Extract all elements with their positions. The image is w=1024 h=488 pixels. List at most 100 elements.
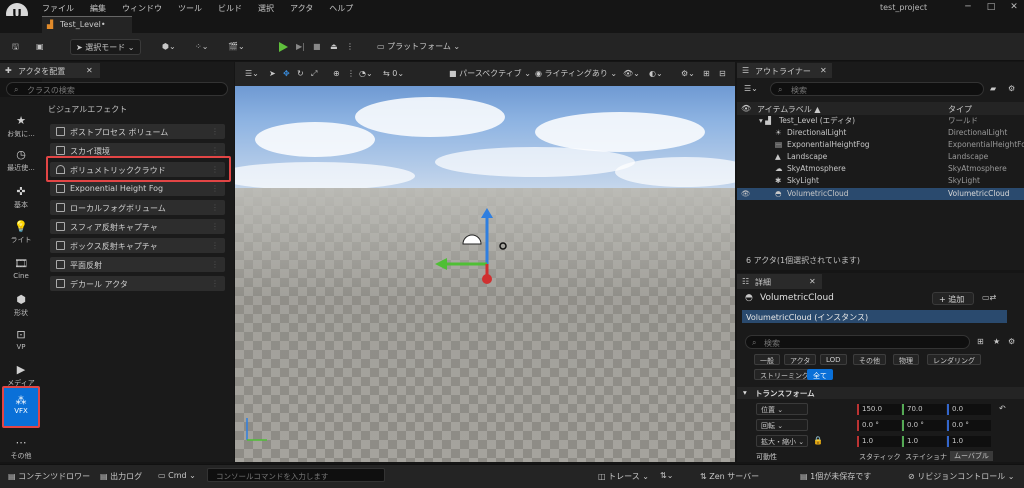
menu-edit[interactable]: 編集 xyxy=(90,3,106,14)
platforms-dropdown[interactable]: ▭ プラットフォーム ⌄ xyxy=(377,39,460,55)
lock-icon[interactable]: 🔒 xyxy=(813,436,823,445)
menu-actor[interactable]: アクタ xyxy=(290,3,313,14)
location-dropdown[interactable]: 位置 ⌄ xyxy=(756,403,808,415)
unsaved-button[interactable]: ▤ 1個が未保存です xyxy=(800,471,871,482)
transform-section-header[interactable]: ▾ トランスフォーム xyxy=(737,387,1024,399)
lighting-dropdown[interactable]: ◉ ライティングあり ⌄ xyxy=(535,68,617,80)
filter-chip-physics[interactable]: 物理 xyxy=(893,354,919,365)
filter-chip-general[interactable]: 一般 xyxy=(754,354,780,365)
trace-dropdown[interactable]: ◫ トレース ⌄ xyxy=(598,471,649,482)
blueprint-convert-icon[interactable]: ▭⇄ xyxy=(982,293,996,302)
scale-dropdown[interactable]: 拡大・縮小 ⌄ xyxy=(756,435,808,447)
reset-icon[interactable]: ↶ xyxy=(999,404,1006,413)
outliner-row-selected[interactable]: 👁 ◓ VolumetricCloud VolumetricCloud xyxy=(737,188,1024,200)
surface-snap-icon[interactable]: ⋮ xyxy=(347,68,355,80)
close-tab-icon[interactable]: ✕ xyxy=(809,277,816,286)
gizmo-x-handle[interactable] xyxy=(482,274,492,284)
viewport-menu-icon[interactable]: ☰⌄ xyxy=(245,68,259,80)
tab-level[interactable]: ▟ Test_Level• xyxy=(42,16,132,33)
outliner-search-input[interactable]: ⌕ 検索 xyxy=(770,82,984,96)
menu-file[interactable]: ファイル xyxy=(42,3,74,14)
select-tool-icon[interactable]: ➤ xyxy=(269,68,276,80)
zen-server-button[interactable]: ⇅ Zen サーバー xyxy=(700,471,759,482)
place-item-box-reflection[interactable]: ボックス反射キャプチャ ⋮ xyxy=(50,238,225,253)
place-item-local-fog[interactable]: ローカルフォグボリューム ⋮ xyxy=(50,200,225,215)
category-cine[interactable]: 🎞 Cine xyxy=(0,254,42,292)
column-type[interactable]: タイプ xyxy=(948,104,972,115)
filter-chip-rendering[interactable]: レンダリング xyxy=(927,354,981,365)
settings-icon[interactable]: ⚙⌄ xyxy=(681,68,695,80)
transform-gizmo[interactable] xyxy=(425,202,515,292)
menu-build[interactable]: ビルド xyxy=(218,3,242,14)
content-browse-icon[interactable]: ▣ xyxy=(36,39,44,55)
world-space-icon[interactable]: ⊕ xyxy=(333,68,340,80)
property-matrix-icon[interactable]: ⊞ xyxy=(977,337,984,346)
visibility-eye-icon[interactable]: 👁 xyxy=(741,188,751,200)
outliner-settings-icon[interactable]: ⚙ xyxy=(1008,84,1015,93)
menu-select[interactable]: 選択 xyxy=(258,3,274,14)
outliner-row[interactable]: ▤ ExponentialHeightFog ExponentialHeightFo xyxy=(737,139,1024,151)
revision-control-dropdown[interactable]: ⊘ リビジョンコントロール ⌄ xyxy=(908,471,1015,482)
filter-chip-lod[interactable]: LOD xyxy=(820,354,847,365)
outliner-row[interactable]: ▲ Landscape Landscape xyxy=(737,151,1024,163)
perspective-dropdown[interactable]: ■ パースペクティブ ⌄ xyxy=(449,68,531,80)
stop-icon[interactable]: ■ xyxy=(313,39,321,55)
close-icon[interactable]: ✕ xyxy=(1009,2,1019,12)
class-search-input[interactable]: ⌕ クラスの検索 xyxy=(6,82,228,96)
place-item-post-process[interactable]: ポストプロセス ボリューム ⋮ xyxy=(50,124,225,139)
layout-icon[interactable]: ⊞ xyxy=(703,68,710,80)
rotate-tool-icon[interactable]: ↻ xyxy=(297,68,304,80)
menu-tools[interactable]: ツール xyxy=(178,3,202,14)
category-vp[interactable]: ⊡ VP xyxy=(0,325,42,363)
location-y-field[interactable]: 70.0 xyxy=(902,404,946,415)
mobility-movable[interactable]: ムーバブル xyxy=(950,451,993,461)
place-item-planar-reflection[interactable]: 平面反射 ⋮ xyxy=(50,257,225,272)
close-tab-icon[interactable]: ✕ xyxy=(86,66,93,75)
show-flags-icon[interactable]: 👁⌄ xyxy=(623,68,640,80)
step-icon[interactable]: ▶| xyxy=(296,39,305,55)
filter-chip-streaming[interactable]: ストリーミング xyxy=(754,369,815,380)
menu-help[interactable]: ヘルプ xyxy=(329,3,353,14)
save-icon[interactable]: 🖫 xyxy=(12,39,19,55)
performance-icon[interactable]: ◐⌄ xyxy=(649,68,663,80)
place-item-height-fog[interactable]: Exponential Height Fog ⋮ xyxy=(50,181,225,196)
mobility-static[interactable]: スタティック xyxy=(859,452,901,462)
cmd-dropdown[interactable]: ▭ Cmd ⌄ xyxy=(158,471,196,480)
outliner-row[interactable]: ▾ ▟ Test_Level (エディタ) ワールド xyxy=(737,115,1024,127)
outliner-row[interactable]: ☀ DirectionalLight DirectionalLight xyxy=(737,127,1024,139)
rotation-x-field[interactable]: 0.0 ° xyxy=(857,420,901,431)
grid-layout-icon[interactable]: ⊟ xyxy=(719,68,726,80)
gizmo-y-arrow[interactable] xyxy=(435,258,447,270)
output-log-button[interactable]: ▤ 出力ログ xyxy=(100,471,142,482)
rotation-z-field[interactable]: 0.0 ° xyxy=(947,420,991,431)
tab-outliner[interactable]: ☰ アウトライナー ✕ xyxy=(737,63,832,78)
favorite-star-icon[interactable]: ★ xyxy=(993,337,1000,346)
translate-tool-icon[interactable]: ✥ xyxy=(283,68,290,80)
category-recent[interactable]: ◷ 最近使... xyxy=(0,145,42,183)
console-command-input[interactable]: コンソールコマンドを入力します xyxy=(207,468,385,482)
tab-place-actors[interactable]: ✚ アクタを配置 ✕ xyxy=(0,63,100,78)
camera-speed[interactable]: ⇆ 0⌄ xyxy=(383,68,404,80)
play-icon[interactable] xyxy=(279,42,288,52)
derived-data-icon[interactable]: ⇅⌄ xyxy=(660,471,673,480)
select-mode-dropdown[interactable]: ➤ 選択モード ⌄ xyxy=(70,39,141,55)
filter-chip-all[interactable]: 全て xyxy=(807,369,833,380)
category-vfx[interactable]: ⁂ VFX xyxy=(2,386,40,428)
close-tab-icon[interactable]: ✕ xyxy=(820,66,827,75)
content-drawer-button[interactable]: ▤ コンテンツドロワー xyxy=(8,471,90,482)
component-instance-row[interactable]: VolumetricCloud (インスタンス) xyxy=(742,310,1007,323)
minimize-icon[interactable]: ─ xyxy=(963,2,973,12)
filter-icon[interactable]: ☰⌄ xyxy=(744,84,758,93)
location-z-field[interactable]: 0.0 xyxy=(947,404,991,415)
category-favorites[interactable]: ★ お気に... xyxy=(0,111,42,149)
level-viewport[interactable] xyxy=(235,62,735,462)
filter-chip-actor[interactable]: アクタ xyxy=(784,354,817,365)
mobility-stationary[interactable]: ステイショナ xyxy=(905,452,947,462)
add-actor-icon[interactable]: ⬢⌄ xyxy=(162,39,176,55)
category-lights[interactable]: 💡 ライト xyxy=(0,217,42,255)
category-shapes[interactable]: ⬢ 形状 xyxy=(0,290,42,328)
eject-icon[interactable]: ⏏ xyxy=(330,39,338,55)
cinematics-icon[interactable]: 🎬⌄ xyxy=(228,39,245,55)
add-folder-icon[interactable]: ▰ xyxy=(990,84,996,93)
location-x-field[interactable]: 150.0 xyxy=(857,404,901,415)
